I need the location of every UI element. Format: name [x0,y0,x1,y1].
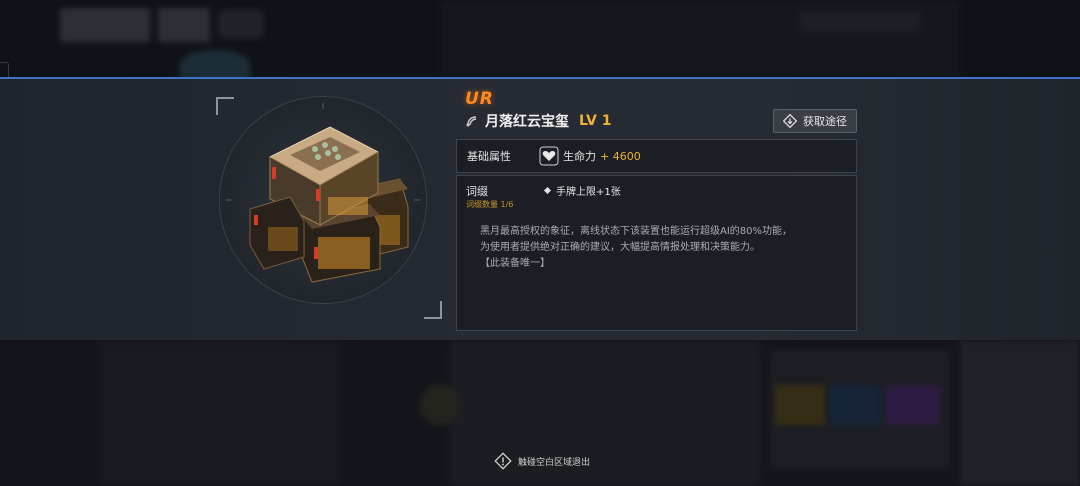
affix-entry: 手牌上限+1张 [543,183,621,198]
obtain-source-label: 获取途径 [803,115,847,128]
description-line-3: 【此装备唯一】 [480,258,550,269]
base-attributes-row: 基础属性 生命力 + 4600 [456,139,857,173]
affix-label: 词缀 [466,185,488,198]
tap-to-exit-hint[interactable]: 触碰空白区域退出 [494,452,590,470]
diamond-bullet-icon [543,186,552,195]
affix-count: 词缀数量 1/6 [466,200,514,209]
warning-diamond-icon [494,452,512,470]
item-image-frame [219,96,427,304]
item-name: 月落红云宝玺 [485,114,569,130]
item-artwork-icon [226,103,420,283]
item-level: LV 1 [579,113,612,129]
obtain-source-button[interactable]: 获取途径 [773,109,857,133]
affix-panel: 词缀 词缀数量 1/6 手牌上限+1张 黑月最高授权的象征，离线状态下该装置也能… [456,175,857,331]
item-title: 月落红云宝玺 LV 1 [465,111,611,131]
base-attributes-label: 基础属性 [467,150,511,163]
equipment-slot-icon [466,116,477,127]
affix-entry-text: 手牌上限+1张 [556,187,621,198]
rarity-badge: UR [465,89,494,109]
exit-hint-label: 触碰空白区域退出 [518,457,591,468]
stat-value: + 4600 [600,149,641,163]
item-description: 黑月最高授权的象征，离线状态下该装置也能运行超级AI的80%功能， 为使用者提供… [480,224,840,272]
description-line-2: 为使用者提供绝对正确的建议，大幅提高情报处理和决策能力。 [480,242,760,253]
heart-icon [539,146,559,166]
item-detail-panel: UR 月落红云宝玺 LV 1 获取途径 基础属性 生命力 + 4600 词缀 词… [0,77,1080,340]
stat-name: 生命力 [563,150,596,163]
description-line-1: 黑月最高授权的象征，离线状态下该装置也能运行超级AI的80%功能， [480,226,793,237]
route-icon [783,114,797,128]
frame-corner-bottom-right [424,301,442,319]
